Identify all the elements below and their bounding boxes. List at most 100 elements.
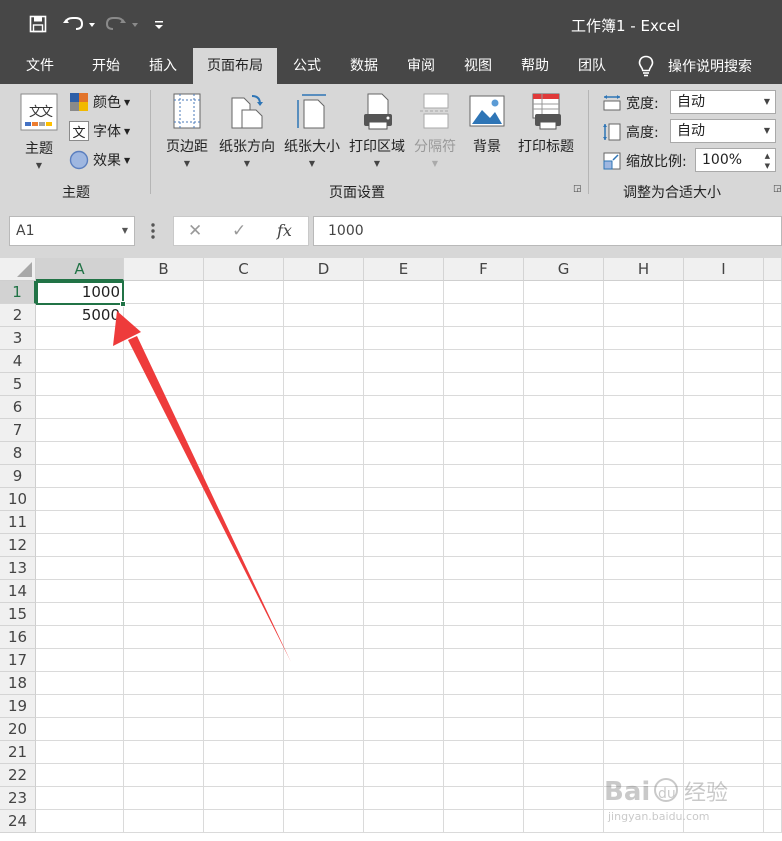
cell-j5[interactable] <box>764 373 782 396</box>
cell-e11[interactable] <box>364 511 444 534</box>
cell-h20[interactable] <box>604 718 684 741</box>
cell-g4[interactable] <box>524 350 604 373</box>
tab-home[interactable]: 开始 <box>80 48 132 84</box>
cell-a16[interactable] <box>36 626 124 649</box>
cell-a4[interactable] <box>36 350 124 373</box>
cell-d13[interactable] <box>284 557 364 580</box>
cell-e2[interactable] <box>364 304 444 327</box>
cell-c5[interactable] <box>204 373 284 396</box>
cell-a5[interactable] <box>36 373 124 396</box>
height-select[interactable]: 自动 ▼ <box>670 119 776 143</box>
cell-d1[interactable] <box>284 281 364 304</box>
cell-i6[interactable] <box>684 396 764 419</box>
column-header-c[interactable]: C <box>204 258 284 281</box>
cell-a13[interactable] <box>36 557 124 580</box>
cell-i13[interactable] <box>684 557 764 580</box>
row-header-10[interactable]: 10 <box>0 488 36 511</box>
cell-j10[interactable] <box>764 488 782 511</box>
save-icon[interactable] <box>26 12 50 36</box>
cell-e7[interactable] <box>364 419 444 442</box>
cell-i8[interactable] <box>684 442 764 465</box>
cell-f6[interactable] <box>444 396 524 419</box>
cell-a20[interactable] <box>36 718 124 741</box>
cancel-icon[interactable]: ✕ <box>188 217 202 245</box>
cell-i19[interactable] <box>684 695 764 718</box>
cell-f14[interactable] <box>444 580 524 603</box>
cell-i4[interactable] <box>684 350 764 373</box>
spinner-arrows-icon[interactable]: ▲ ▼ <box>765 151 770 171</box>
cell-j14[interactable] <box>764 580 782 603</box>
cell-b5[interactable] <box>124 373 204 396</box>
cell-d16[interactable] <box>284 626 364 649</box>
cell-j15[interactable] <box>764 603 782 626</box>
cell-h13[interactable] <box>604 557 684 580</box>
cell-g9[interactable] <box>524 465 604 488</box>
cell-j21[interactable] <box>764 741 782 764</box>
cell-a19[interactable] <box>36 695 124 718</box>
tab-data[interactable]: 数据 <box>338 48 390 84</box>
cell-a3[interactable] <box>36 327 124 350</box>
row-header-3[interactable]: 3 <box>0 327 36 350</box>
cell-j19[interactable] <box>764 695 782 718</box>
cell-c17[interactable] <box>204 649 284 672</box>
cell-d17[interactable] <box>284 649 364 672</box>
cell-d8[interactable] <box>284 442 364 465</box>
cell-d15[interactable] <box>284 603 364 626</box>
cell-b16[interactable] <box>124 626 204 649</box>
cell-d6[interactable] <box>284 396 364 419</box>
tab-page-layout[interactable]: 页面布局 <box>193 48 277 84</box>
cell-d12[interactable] <box>284 534 364 557</box>
cell-j11[interactable] <box>764 511 782 534</box>
cell-c16[interactable] <box>204 626 284 649</box>
cell-d5[interactable] <box>284 373 364 396</box>
row-header-19[interactable]: 19 <box>0 695 36 718</box>
cell-i2[interactable] <box>684 304 764 327</box>
margins-button[interactable]: 页边距 ▼ <box>162 92 212 168</box>
dialog-launcher-icon[interactable]: ◲ <box>573 184 582 194</box>
cell-h12[interactable] <box>604 534 684 557</box>
cell-b11[interactable] <box>124 511 204 534</box>
cell-h19[interactable] <box>604 695 684 718</box>
row-header-8[interactable]: 8 <box>0 442 36 465</box>
cell-e16[interactable] <box>364 626 444 649</box>
cell-i9[interactable] <box>684 465 764 488</box>
cell-g18[interactable] <box>524 672 604 695</box>
fill-handle[interactable] <box>120 301 126 307</box>
cell-f18[interactable] <box>444 672 524 695</box>
cell-f21[interactable] <box>444 741 524 764</box>
cell-b4[interactable] <box>124 350 204 373</box>
cell-a6[interactable] <box>36 396 124 419</box>
cell-f23[interactable] <box>444 787 524 810</box>
customize-qat-icon[interactable] <box>152 12 166 36</box>
row-header-21[interactable]: 21 <box>0 741 36 764</box>
cell-j3[interactable] <box>764 327 782 350</box>
enter-icon[interactable]: ✓ <box>232 217 246 245</box>
tell-me-search[interactable]: 操作说明搜索 <box>638 48 752 84</box>
tab-file[interactable]: 文件 <box>14 48 66 84</box>
cell-d22[interactable] <box>284 764 364 787</box>
width-select[interactable]: 自动 ▼ <box>670 90 776 114</box>
row-header-18[interactable]: 18 <box>0 672 36 695</box>
tab-formulas[interactable]: 公式 <box>281 48 333 84</box>
cell-e13[interactable] <box>364 557 444 580</box>
cell-e18[interactable] <box>364 672 444 695</box>
cell-c18[interactable] <box>204 672 284 695</box>
theme-effects-button[interactable]: 效果 ▼ <box>69 150 130 170</box>
cell-b8[interactable] <box>124 442 204 465</box>
cell-f19[interactable] <box>444 695 524 718</box>
scale-spinner[interactable]: 100% ▲ ▼ <box>695 148 776 172</box>
row-header-23[interactable]: 23 <box>0 787 36 810</box>
cell-b17[interactable] <box>124 649 204 672</box>
themes-button[interactable]: 文文 主题 ▼ <box>16 92 62 170</box>
cell-a23[interactable] <box>36 787 124 810</box>
cell-j22[interactable] <box>764 764 782 787</box>
cell-b6[interactable] <box>124 396 204 419</box>
cell-a21[interactable] <box>36 741 124 764</box>
cell-f4[interactable] <box>444 350 524 373</box>
cell-g8[interactable] <box>524 442 604 465</box>
cell-g17[interactable] <box>524 649 604 672</box>
theme-colors-button[interactable]: 颜色 ▼ <box>69 92 130 112</box>
tab-review[interactable]: 审阅 <box>395 48 447 84</box>
redo-icon[interactable] <box>106 12 140 36</box>
cell-j20[interactable] <box>764 718 782 741</box>
